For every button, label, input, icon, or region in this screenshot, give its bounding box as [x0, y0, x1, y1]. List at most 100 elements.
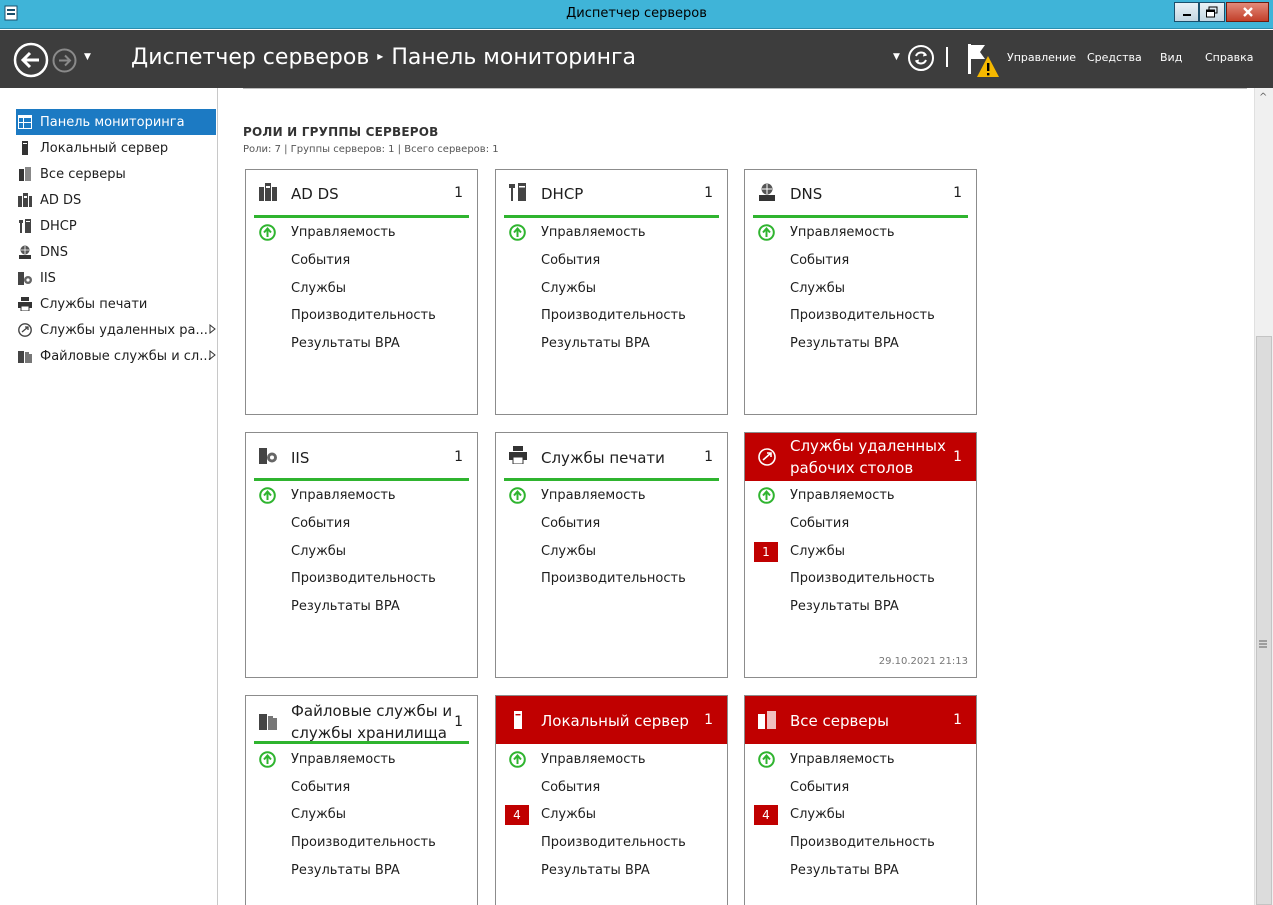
card-header[interactable]: Службы удаленных рабочих столов 1: [745, 433, 976, 481]
history-dropdown-icon[interactable]: ▼: [84, 52, 91, 62]
role-card-iis[interactable]: IIS 1 Управляемость События Службы Произ…: [245, 432, 478, 678]
menu-help[interactable]: Справка: [1205, 51, 1253, 64]
card-row-events[interactable]: События: [790, 780, 849, 795]
card-row-events[interactable]: События: [291, 780, 350, 795]
sidebar-item-all-servers[interactable]: Все серверы: [16, 161, 216, 187]
menu-tools[interactable]: Средства: [1087, 51, 1142, 64]
card-row-events[interactable]: События: [291, 253, 350, 268]
refresh-icon[interactable]: [907, 44, 935, 72]
card-row-services[interactable]: Службы: [541, 807, 596, 822]
card-row-bpa[interactable]: Результаты BPA: [790, 336, 899, 351]
card-row-services[interactable]: Службы: [790, 544, 845, 559]
card-row-bpa[interactable]: Результаты BPA: [541, 336, 650, 351]
card-row-manageability[interactable]: Управляемость: [790, 488, 895, 503]
vertical-scrollbar[interactable]: ^: [1254, 88, 1273, 905]
card-row-events[interactable]: События: [541, 780, 600, 795]
role-card-dhcp[interactable]: DHCP 1 Управляемость События Службы Прои…: [495, 169, 728, 415]
card-count: 1: [454, 714, 463, 730]
role-card-remote-desktop[interactable]: Службы удаленных рабочих столов 1 Управл…: [744, 432, 977, 678]
card-count: 1: [953, 185, 962, 201]
card-row-services[interactable]: Службы: [541, 281, 596, 296]
card-row-manageability[interactable]: Управляемость: [291, 752, 396, 767]
sidebar-item-iis[interactable]: IIS: [16, 265, 216, 291]
sidebar-item-adds[interactable]: AD DS: [16, 187, 216, 213]
sidebar-item-local-server[interactable]: Локальный сервер: [16, 135, 216, 161]
card-row-services[interactable]: Службы: [291, 544, 346, 559]
card-row-events[interactable]: События: [291, 516, 350, 531]
card-header[interactable]: DNS 1: [745, 170, 976, 218]
card-row-bpa[interactable]: Результаты BPA: [291, 336, 400, 351]
adds-icon: [18, 193, 32, 207]
card-row-performance[interactable]: Производительность: [291, 308, 436, 323]
card-row-services[interactable]: Службы: [541, 544, 596, 559]
scroll-up-icon[interactable]: ^: [1259, 92, 1267, 103]
card-row-services[interactable]: Службы: [291, 281, 346, 296]
chevron-right-icon[interactable]: [209, 350, 216, 360]
ok-arrow-icon: [259, 487, 276, 504]
card-row-bpa[interactable]: Результаты BPA: [541, 863, 650, 878]
card-header[interactable]: IIS 1: [246, 433, 477, 481]
card-header[interactable]: DHCP 1: [496, 170, 727, 218]
card-row-manageability[interactable]: Управляемость: [291, 488, 396, 503]
breadcrumb-app[interactable]: Диспетчер серверов: [131, 45, 369, 70]
card-row-services[interactable]: Службы: [790, 807, 845, 822]
sidebar-item-remote-desktop[interactable]: Службы удаленных ра...: [16, 317, 216, 343]
sidebar-item-dns[interactable]: DNS: [16, 239, 216, 265]
card-row-events[interactable]: События: [541, 516, 600, 531]
card-row-manageability[interactable]: Управляемость: [541, 225, 646, 240]
menu-manage[interactable]: Управление: [1007, 51, 1076, 64]
card-row-performance[interactable]: Производительность: [790, 571, 935, 586]
close-button[interactable]: [1226, 2, 1269, 22]
role-card-file-services[interactable]: Файловые службы и службы хранилища 1 Упр…: [245, 695, 478, 905]
role-card-adds[interactable]: AD DS 1 Управляемость События Службы Про…: [245, 169, 478, 415]
card-row-services[interactable]: Службы: [291, 807, 346, 822]
role-card-print-services[interactable]: Службы печати 1 Управляемость События Сл…: [495, 432, 728, 678]
maximize-button[interactable]: [1199, 2, 1225, 22]
card-row-performance[interactable]: Производительность: [541, 571, 686, 586]
card-row-performance[interactable]: Производительность: [790, 308, 935, 323]
ok-arrow-icon: [758, 751, 775, 768]
card-row-bpa[interactable]: Результаты BPA: [790, 863, 899, 878]
role-card-dns[interactable]: DNS 1 Управляемость События Службы Произ…: [744, 169, 977, 415]
chevron-right-icon[interactable]: [209, 324, 216, 334]
card-row-services[interactable]: Службы: [790, 281, 845, 296]
ok-arrow-icon: [509, 224, 526, 241]
card-row-performance[interactable]: Производительность: [291, 835, 436, 850]
refresh-dropdown-icon[interactable]: ▼: [893, 52, 900, 62]
card-row-performance[interactable]: Производительность: [291, 571, 436, 586]
forward-arrow-icon[interactable]: [52, 48, 77, 73]
card-row-manageability[interactable]: Управляемость: [541, 488, 646, 503]
card-header[interactable]: Файловые службы и службы хранилища 1: [246, 696, 477, 744]
card-row-bpa[interactable]: Результаты BPA: [790, 599, 899, 614]
sidebar-item-file-services[interactable]: Файловые службы и сл...: [16, 343, 216, 369]
card-row-bpa[interactable]: Результаты BPA: [291, 863, 400, 878]
card-row-performance[interactable]: Производительность: [790, 835, 935, 850]
menu-view[interactable]: Вид: [1160, 51, 1182, 64]
back-arrow-icon[interactable]: [13, 42, 49, 78]
sidebar-item-print-services[interactable]: Службы печати: [16, 291, 216, 317]
card-row-manageability[interactable]: Управляемость: [291, 225, 396, 240]
card-row-events[interactable]: События: [790, 516, 849, 531]
card-title-line-1: Службы удаленных: [790, 437, 946, 455]
scroll-thumb[interactable]: [1256, 336, 1272, 905]
role-card-local-server[interactable]: Локальный сервер 1 Управляемость События…: [495, 695, 728, 905]
card-row-performance[interactable]: Производительность: [541, 308, 686, 323]
card-row-manageability[interactable]: Управляемость: [541, 752, 646, 767]
card-row-manageability[interactable]: Управляемость: [790, 225, 895, 240]
window-titlebar: Диспетчер серверов: [0, 0, 1273, 29]
card-row-bpa[interactable]: Результаты BPA: [291, 599, 400, 614]
sidebar-item-dhcp[interactable]: DHCP: [16, 213, 216, 239]
minimize-button[interactable]: [1174, 2, 1199, 22]
card-header[interactable]: Все серверы 1: [745, 696, 976, 744]
iis-icon: [18, 272, 32, 285]
role-card-all-servers[interactable]: Все серверы 1 Управляемость События 4 Сл…: [744, 695, 977, 905]
sidebar-item-dashboard[interactable]: Панель мониторинга: [16, 109, 216, 135]
card-header[interactable]: Службы печати 1: [496, 433, 727, 481]
card-header[interactable]: Локальный сервер 1: [496, 696, 727, 744]
notifications-flag-warning-icon[interactable]: [965, 42, 999, 78]
card-row-manageability[interactable]: Управляемость: [790, 752, 895, 767]
card-header[interactable]: AD DS 1: [246, 170, 477, 218]
card-row-events[interactable]: События: [790, 253, 849, 268]
card-row-performance[interactable]: Производительность: [541, 835, 686, 850]
card-row-events[interactable]: События: [541, 253, 600, 268]
